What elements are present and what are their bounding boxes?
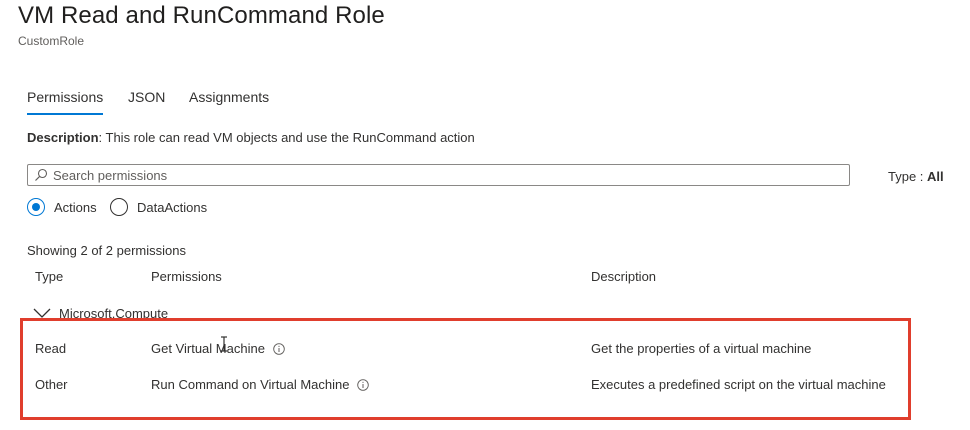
row-description: Get the properties of a virtual machine [591, 341, 812, 356]
tab-permissions[interactable]: Permissions [27, 89, 104, 115]
info-icon[interactable] [273, 342, 285, 355]
highlight-annotation-box [20, 318, 911, 420]
type-filter[interactable]: Type : All [888, 169, 944, 184]
table-row: Other Run Command on Virtual Machine Exe… [0, 377, 970, 397]
radio-dataactions-label: DataActions [137, 199, 208, 215]
group-row-microsoft-compute[interactable]: Microsoft.Compute [33, 305, 168, 321]
row-type: Read [35, 341, 67, 356]
role-details-page: VM Read and RunCommand Role CustomRole P… [0, 0, 970, 430]
tab-json[interactable]: JSON [128, 89, 165, 105]
search-input[interactable] [53, 167, 849, 183]
type-filter-label: Type : [888, 169, 928, 184]
page-subtitle: CustomRole [18, 34, 85, 48]
table-row: Read Get Virtual Machine Get the propert… [0, 341, 970, 361]
description-label: Description [27, 130, 99, 145]
column-header-description: Description [591, 269, 657, 284]
page-title: VM Read and RunCommand Role [18, 2, 385, 29]
row-permission-label: Get Virtual Machine [151, 341, 265, 356]
chevron-down-icon[interactable] [33, 307, 51, 319]
search-box[interactable] [27, 164, 850, 186]
row-description: Executes a predefined script on the virt… [591, 377, 886, 392]
column-header-permissions: Permissions [151, 269, 222, 284]
radio-dataactions[interactable]: DataActions [110, 198, 207, 216]
row-permission-label: Run Command on Virtual Machine [151, 377, 350, 392]
info-icon[interactable] [357, 378, 370, 391]
row-permission: Get Virtual Machine [151, 341, 285, 356]
text-cursor-icon [221, 336, 227, 352]
description-text: : This role can read VM objects and use … [98, 130, 475, 145]
search-icon [35, 168, 48, 181]
role-description: Description: This role can read VM objec… [27, 130, 475, 145]
radio-actions[interactable]: Actions [27, 198, 97, 216]
row-permission: Run Command on Virtual Machine [151, 377, 370, 392]
group-label: Microsoft.Compute [59, 305, 169, 321]
radio-actions-indicator[interactable] [27, 198, 45, 216]
column-header-type: Type [35, 269, 64, 284]
radio-actions-label: Actions [54, 199, 97, 215]
permissions-count: Showing 2 of 2 permissions [27, 243, 186, 258]
tab-assignments[interactable]: Assignments [189, 89, 269, 105]
type-filter-value: All [927, 169, 944, 184]
row-type: Other [35, 377, 68, 392]
radio-dataactions-indicator[interactable] [110, 198, 128, 216]
